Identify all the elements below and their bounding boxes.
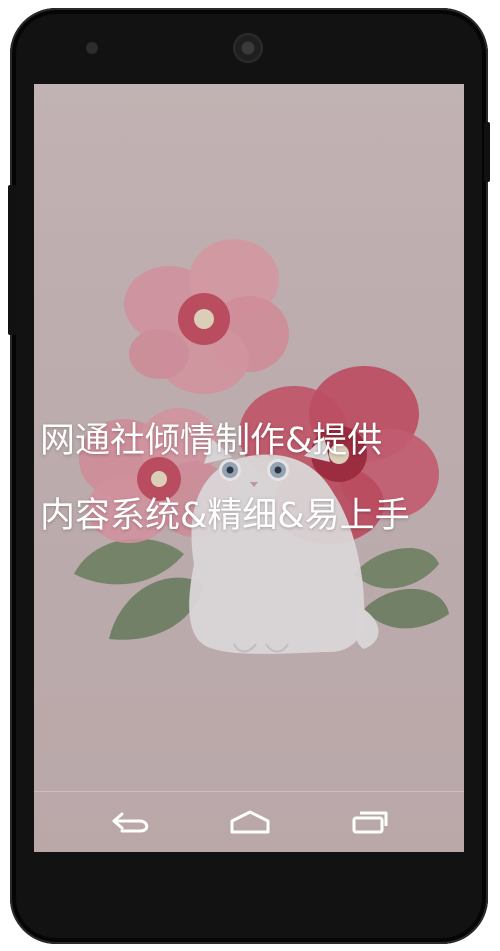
power-button [484, 122, 490, 182]
back-icon [112, 812, 149, 833]
recents-button[interactable] [340, 804, 400, 840]
phone-screen: 网通社倾情制作&提供 内容系统&精细&易上手 [34, 84, 464, 852]
front-camera [86, 42, 98, 54]
home-icon [230, 810, 270, 834]
slogan-line-2: 内容系统&精细&易上手 [40, 496, 410, 536]
navigation-bar [34, 791, 464, 852]
volume-button [8, 185, 16, 335]
slogan-line-1: 网通社倾情制作&提供 [40, 421, 383, 461]
recents-icon [352, 811, 388, 834]
screen-dim-overlay [34, 84, 464, 852]
back-button[interactable] [102, 804, 162, 840]
earpiece-speaker [233, 33, 263, 63]
home-button[interactable] [220, 804, 280, 840]
